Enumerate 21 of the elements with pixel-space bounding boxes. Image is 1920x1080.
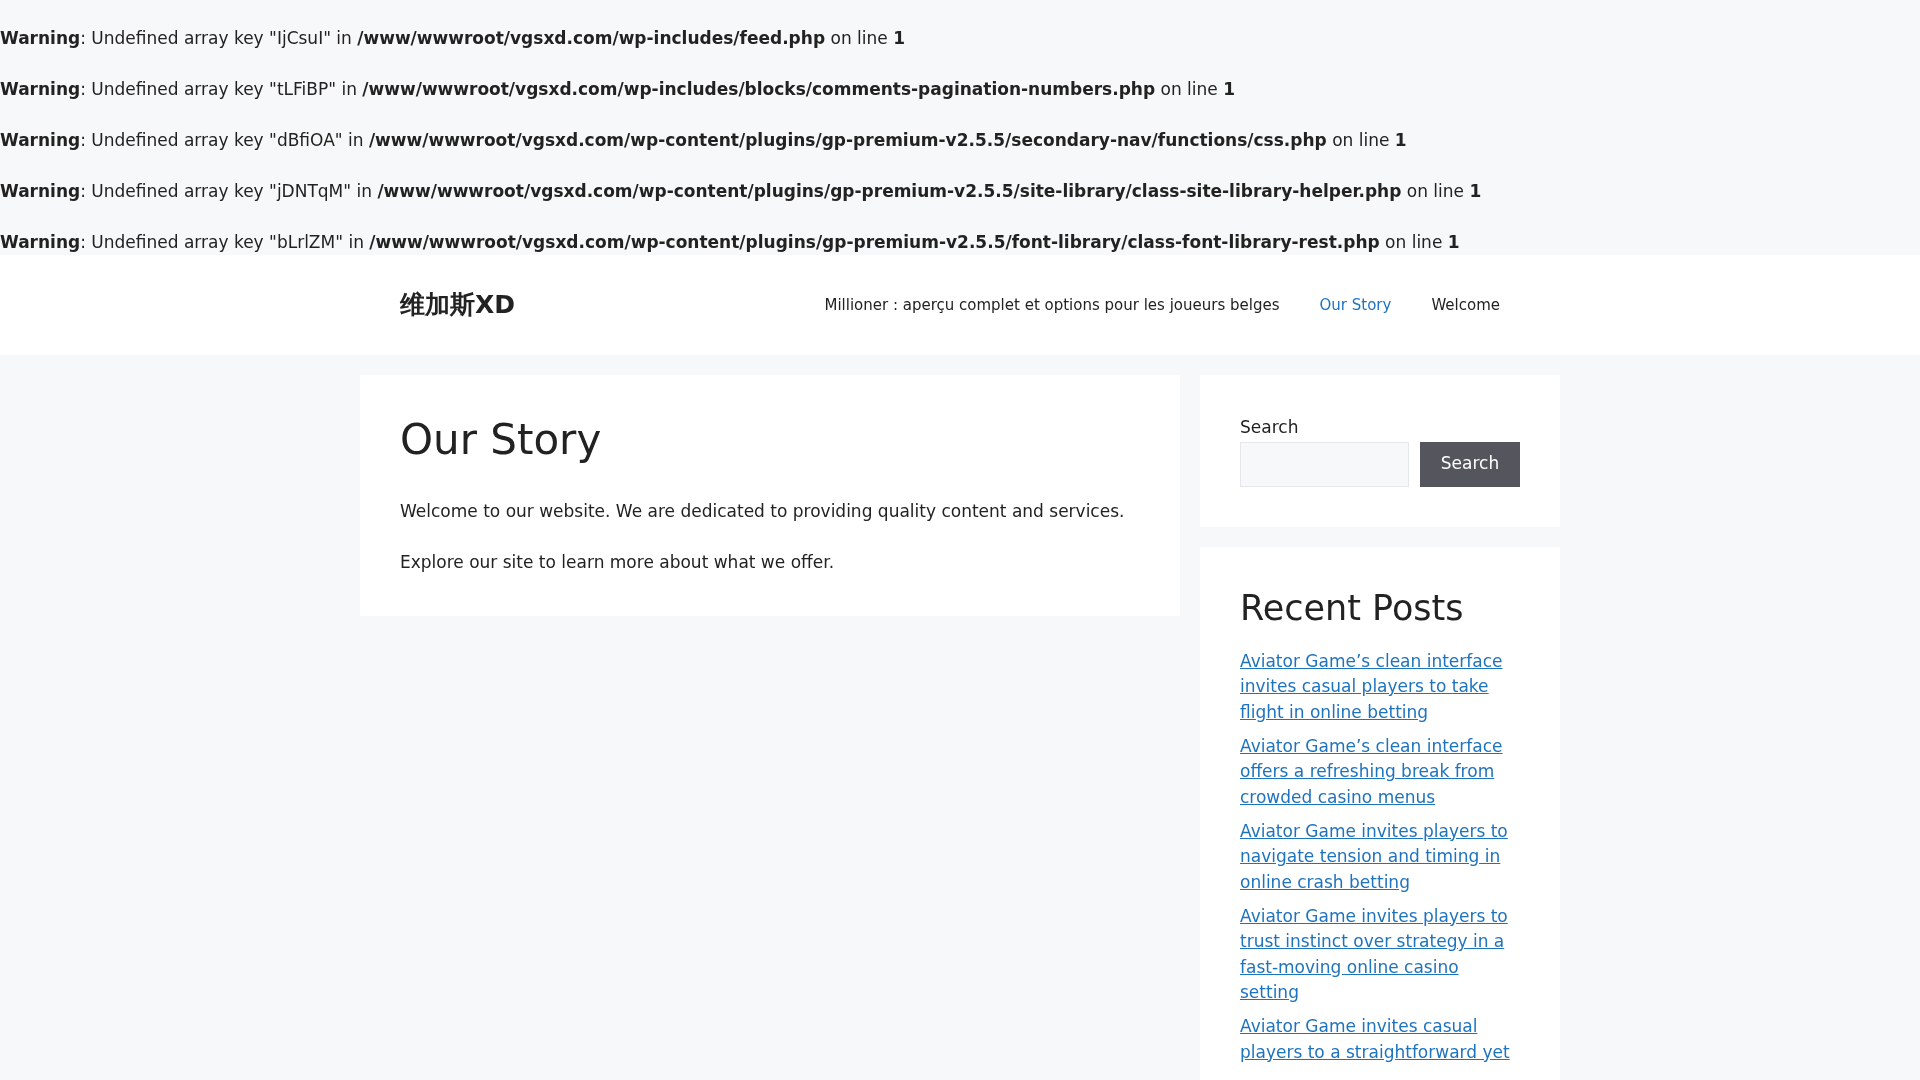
post-link[interactable]: Aviator Game invites casual players to a straightforward yet [1240, 1014, 1520, 1065]
nav-link[interactable]: Our Story [1299, 275, 1412, 335]
widget-title: Recent Posts [1240, 586, 1465, 629]
warning-message: Warning: Undefined array key "tLFiBP" in /www/wwwroot/vgsxd.com/wp-includes/blocks/comments-pagination-numbers.php on line 1 [0, 78, 1236, 99]
post-link[interactable]: Aviator Game invites players to trust instinct over strategy in a fast-moving online casino setting [1240, 903, 1520, 1006]
warning-message: Warning: Undefined array key "jDNTqM" in /www/wwwroot/vgsxd.com/wp-content/plugins/gp-premium-v2.5.5/site-library/class-site-library-helper.php on line 1 [0, 180, 1482, 201]
warning-message: Warning: Undefined array key "dBfiOA" in /www/wwwroot/vgsxd.com/wp-content/plugins/gp-premium-v2.5.5/secondary-nav/functions/css.php on line 1 [0, 129, 1407, 150]
warning-message: Warning: Undefined array key "bLrlZM" in /www/wwwroot/vgsxd.com/wp-content/plugins/gp-premium-v2.5.5/font-library/class-font-library-rest.php on line 1 [0, 231, 1460, 252]
nav-link[interactable]: Millioner : aperçu complet et options pour les joueurs belges [804, 275, 1300, 335]
warning-message: Warning: Undefined array key "IjCsuI" in /www/wwwroot/vgsxd.com/wp-includes/feed.php on line 1 [0, 27, 905, 48]
post-link[interactable]: Aviator Game’s clean interface offers a refreshing break from crowded casino menus [1240, 733, 1520, 810]
search-field[interactable] [1240, 441, 1409, 487]
page-title: Our Story [400, 415, 603, 466]
post-link[interactable]: Aviator Game invites players to navigate tension and timing in online crash betting [1240, 818, 1520, 895]
body-text: Welcome to our website. We are dedicated to providing quality content and services. [400, 500, 1126, 524]
search-label: Search [1240, 416, 1300, 439]
site-title[interactable]: 维加斯XD [400, 275, 516, 335]
search-button[interactable]: Search [1420, 441, 1520, 487]
post-link[interactable]: Aviator Game’s clean interface invites casual players to take flight in online betting [1240, 648, 1520, 725]
nav-link[interactable]: Welcome [1411, 275, 1520, 335]
body-text: Explore our site to learn more about what we offer. [400, 551, 836, 575]
